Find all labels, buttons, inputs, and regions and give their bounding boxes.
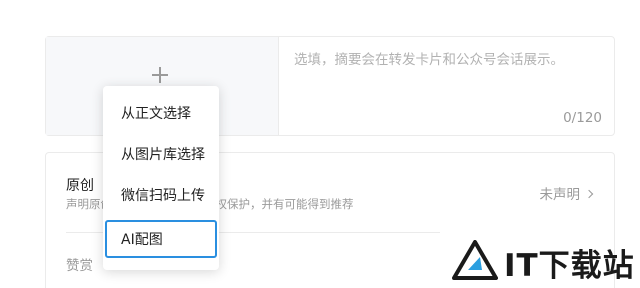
watermark-text: IT下载站 [504,248,635,284]
menu-item-scan-upload[interactable]: 微信扫码上传 [105,176,217,216]
original-description-end: 作权保护，并有可能得到推荐 [204,197,354,211]
menu-item-from-library[interactable]: 从图片库选择 [105,135,217,175]
original-title: 原创 [66,178,94,194]
site-logo-icon [452,240,498,280]
cover-source-menu: 从正文选择 从图片库选择 微信扫码上传 AI配图 [103,86,219,270]
plus-icon[interactable] [152,67,168,83]
original-status[interactable]: 未声明 [539,183,594,203]
site-watermark: IT下载站 [452,238,640,284]
reward-title: 赞赏 [66,258,93,274]
chevron-right-icon [584,189,594,199]
original-status-label: 未声明 [539,187,581,203]
menu-item-ai-image[interactable]: AI配图 [105,220,217,258]
char-counter: 0/120 [563,110,602,126]
menu-item-from-body[interactable]: 从正文选择 [105,94,217,134]
